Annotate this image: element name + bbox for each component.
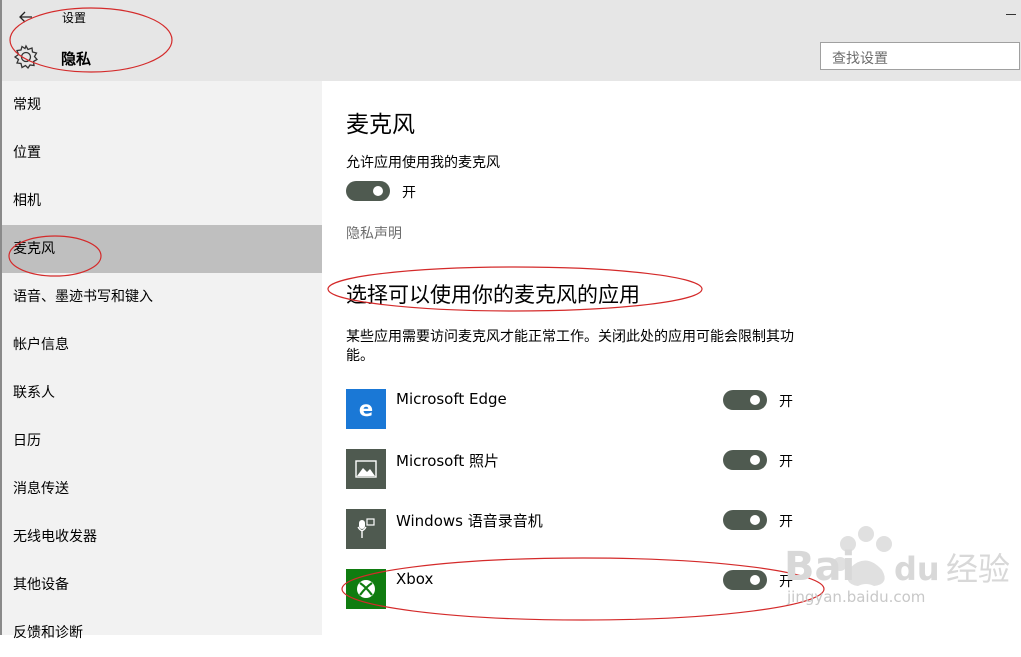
app-name-voice-recorder: Windows 语音录音机 <box>396 512 543 530</box>
svg-text:经验: 经验 <box>946 550 1010 588</box>
toggle-knob <box>750 515 760 525</box>
page-title: 隐私 <box>61 50 92 68</box>
privacy-statement-link[interactable]: 隐私声明 <box>346 223 402 243</box>
xbox-icon <box>346 569 386 609</box>
sidebar-item-account-info[interactable]: 帐户信息 <box>0 321 322 369</box>
svg-text:du: du <box>894 550 940 588</box>
watermark-url: jingyan.baidu.com <box>787 588 926 606</box>
app-name-xbox: Xbox <box>396 570 434 588</box>
sidebar: 常规 位置 相机 麦克风 语音、墨迹书写和键入 帐户信息 联系人 日历 消息传送… <box>0 81 322 641</box>
sidebar-item-other-devices[interactable]: 其他设备 <box>0 561 322 609</box>
sidebar-item-contacts[interactable]: 联系人 <box>0 369 322 417</box>
window-title: 设置 <box>62 11 87 25</box>
svg-text:e: e <box>359 398 373 420</box>
photos-state: 开 <box>779 454 793 470</box>
baidu-watermark-logo: Bai du 经验 <box>784 526 1010 590</box>
toggle-knob <box>750 455 760 465</box>
edge-toggle[interactable] <box>723 390 767 410</box>
photos-icon <box>346 449 386 489</box>
toggle-knob <box>750 395 760 405</box>
photos-toggle[interactable] <box>723 450 767 470</box>
sidebar-item-microphone[interactable]: 麦克风 <box>0 225 322 273</box>
sidebar-item-location[interactable]: 位置 <box>0 129 322 177</box>
window-border <box>0 0 2 635</box>
toggle-knob <box>750 575 760 585</box>
search-input[interactable]: 查找设置 <box>820 42 1020 70</box>
app-name-photos: Microsoft 照片 <box>396 452 500 470</box>
allow-toggle[interactable] <box>346 181 390 201</box>
sidebar-item-messaging[interactable]: 消息传送 <box>0 465 322 513</box>
allow-state: 开 <box>402 185 416 201</box>
apps-section-title: 选择可以使用你的麦克风的应用 <box>346 283 640 307</box>
sidebar-item-feedback[interactable]: 反馈和诊断 <box>0 609 322 657</box>
title-bar: 设置 隐私 查找设置 <box>0 0 1021 81</box>
xbox-toggle[interactable] <box>723 570 767 590</box>
apps-section-description: 某些应用需要访问麦克风才能正常工作。关闭此处的应用可能会限制其功能。 <box>346 329 794 364</box>
back-arrow-icon <box>19 11 32 23</box>
allow-label: 允许应用使用我的麦克风 <box>346 155 500 171</box>
sidebar-item-general[interactable]: 常规 <box>0 81 322 129</box>
voice-recorder-toggle[interactable] <box>723 510 767 530</box>
section-title: 麦克风 <box>346 112 415 138</box>
app-name-edge: Microsoft Edge <box>396 390 507 408</box>
svg-text:Bai: Bai <box>784 544 855 590</box>
gear-icon <box>13 44 38 70</box>
sidebar-item-radios[interactable]: 无线电收发器 <box>0 513 322 561</box>
edge-state: 开 <box>779 394 793 410</box>
edge-icon: e <box>346 389 386 429</box>
sidebar-item-calendar[interactable]: 日历 <box>0 417 322 465</box>
back-button[interactable] <box>14 6 38 28</box>
sidebar-item-speech[interactable]: 语音、墨迹书写和键入 <box>0 273 322 321</box>
sidebar-item-camera[interactable]: 相机 <box>0 177 322 225</box>
minimize-button[interactable] <box>1006 14 1016 15</box>
voice-recorder-icon <box>346 509 386 549</box>
toggle-knob <box>373 186 383 196</box>
